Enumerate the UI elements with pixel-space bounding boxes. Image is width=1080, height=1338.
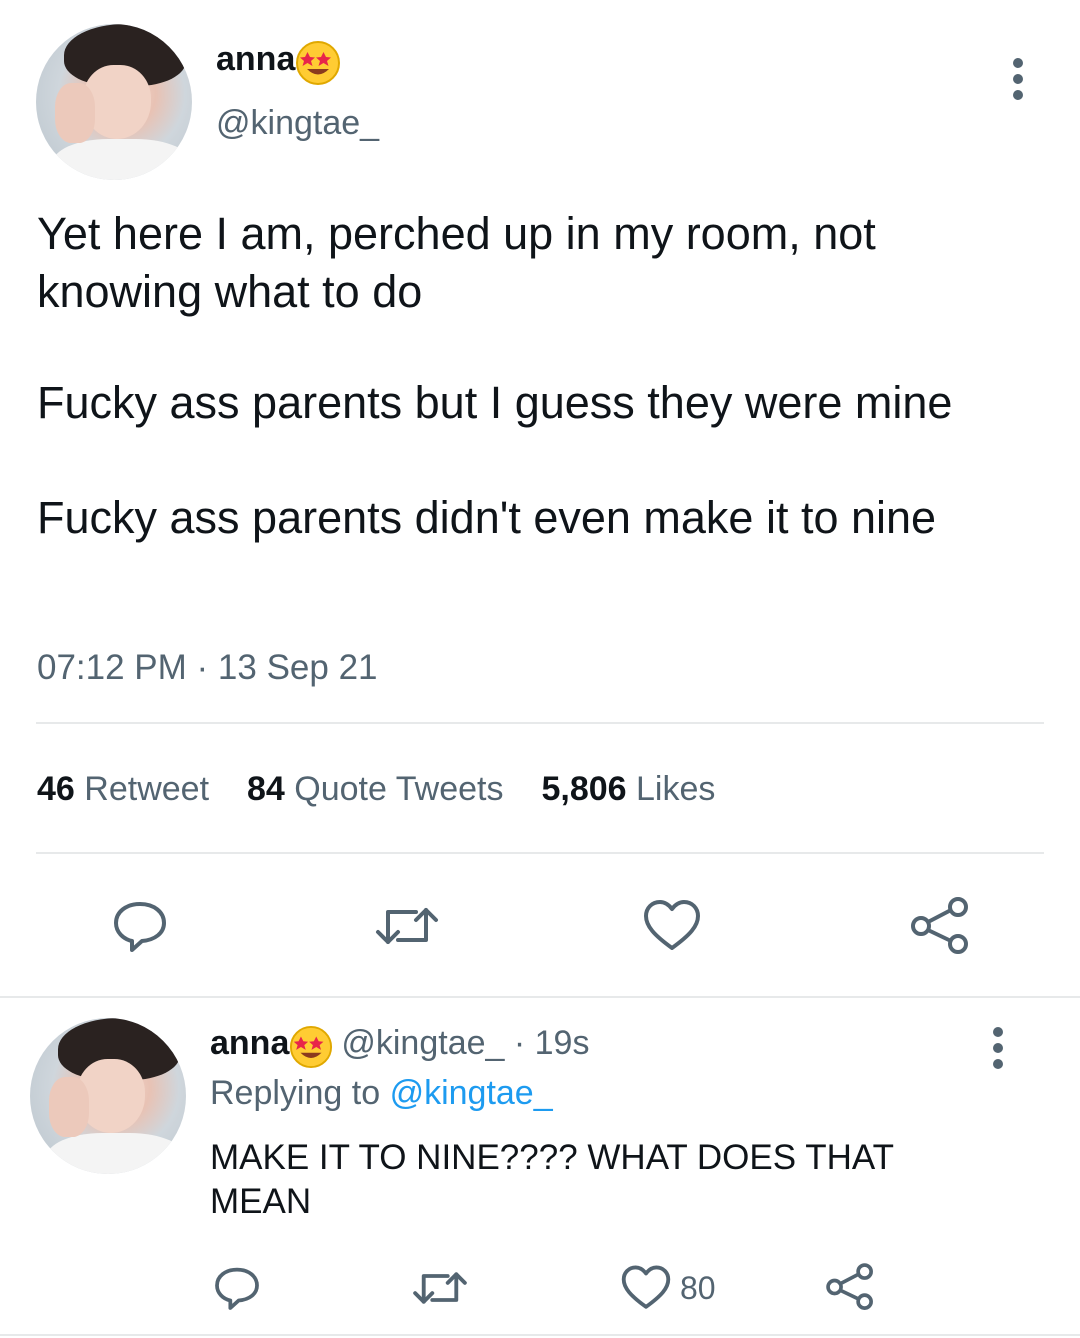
divider <box>36 852 1044 854</box>
reply-header: anna @kingtae_ · 19s <box>210 1024 589 1074</box>
star-struck-emoji-icon <box>295 40 341 91</box>
reply-separator: · <box>504 1024 535 1062</box>
tweet-paragraph-3: Fucky ass parents didn't even make it to… <box>37 492 937 543</box>
author-name: anna <box>216 40 296 78</box>
author-handle[interactable]: @kingtae_ <box>216 104 379 143</box>
retweets-count: 46 <box>37 770 75 808</box>
like-icon <box>644 900 700 950</box>
star-struck-emoji-icon <box>289 1025 333 1074</box>
author-name-row[interactable]: anna <box>216 40 341 91</box>
reply-text: MAKE IT TO NINE???? WHAT DOES THAT MEAN <box>210 1138 894 1221</box>
likes-count: 5,806 <box>541 770 627 808</box>
reply-reply-button[interactable] <box>212 1263 262 1313</box>
reply-age[interactable]: 19s <box>535 1024 590 1062</box>
tweet-paragraph-1: Yet here I am, perched up in my room, no… <box>37 208 876 317</box>
tweet-timestamp[interactable]: 07:12 PM · 13 Sep 21 <box>37 648 378 688</box>
reply-icon <box>215 1267 259 1310</box>
reply-like-button[interactable]: 80 <box>620 1264 716 1312</box>
share-button[interactable] <box>908 896 972 956</box>
share-icon <box>911 897 968 954</box>
like-icon <box>621 1265 671 1309</box>
reply-author-handle[interactable]: @kingtae_ <box>341 1024 504 1062</box>
retweets-label: Retweet <box>84 770 210 808</box>
reply-author-name[interactable]: anna <box>210 1024 289 1062</box>
retweet-icon <box>413 1272 467 1304</box>
replying-to-line: Replying to @kingtae_ <box>210 1074 553 1113</box>
like-button[interactable] <box>642 898 702 954</box>
retweets-stat[interactable]: 46 Retweet <box>37 770 209 808</box>
reply-retweet-button[interactable] <box>410 1264 470 1312</box>
more-options-icon[interactable] <box>1010 58 1026 106</box>
retweet-button[interactable] <box>372 898 442 954</box>
replying-to-handle[interactable]: @kingtae_ <box>390 1074 553 1112</box>
divider <box>0 1334 1080 1336</box>
quotes-stat[interactable]: 84 Quote Tweets <box>247 770 503 808</box>
author-avatar[interactable] <box>36 24 192 180</box>
likes-stat[interactable]: 5,806 Likes <box>541 770 715 808</box>
retweet-icon <box>376 908 438 944</box>
reply-like-count: 80 <box>680 1269 716 1306</box>
quotes-count: 84 <box>247 770 285 808</box>
reply-button[interactable] <box>110 896 170 956</box>
reply-icon <box>114 902 166 952</box>
share-icon <box>826 1263 873 1310</box>
likes-label: Likes <box>636 770 716 808</box>
reply-share-button[interactable] <box>824 1262 876 1312</box>
divider <box>0 996 1080 998</box>
quotes-label: Quote Tweets <box>294 770 504 808</box>
tweet-stats: 46 Retweet 84 Quote Tweets 5,806 Likes <box>37 770 715 809</box>
reply-more-options-icon[interactable] <box>990 1027 1006 1075</box>
replying-to-prefix: Replying to <box>210 1074 381 1112</box>
reply-avatar[interactable] <box>30 1018 186 1174</box>
tweet-paragraph-2: Fucky ass parents but I guess they were … <box>37 377 953 428</box>
divider <box>36 722 1044 724</box>
